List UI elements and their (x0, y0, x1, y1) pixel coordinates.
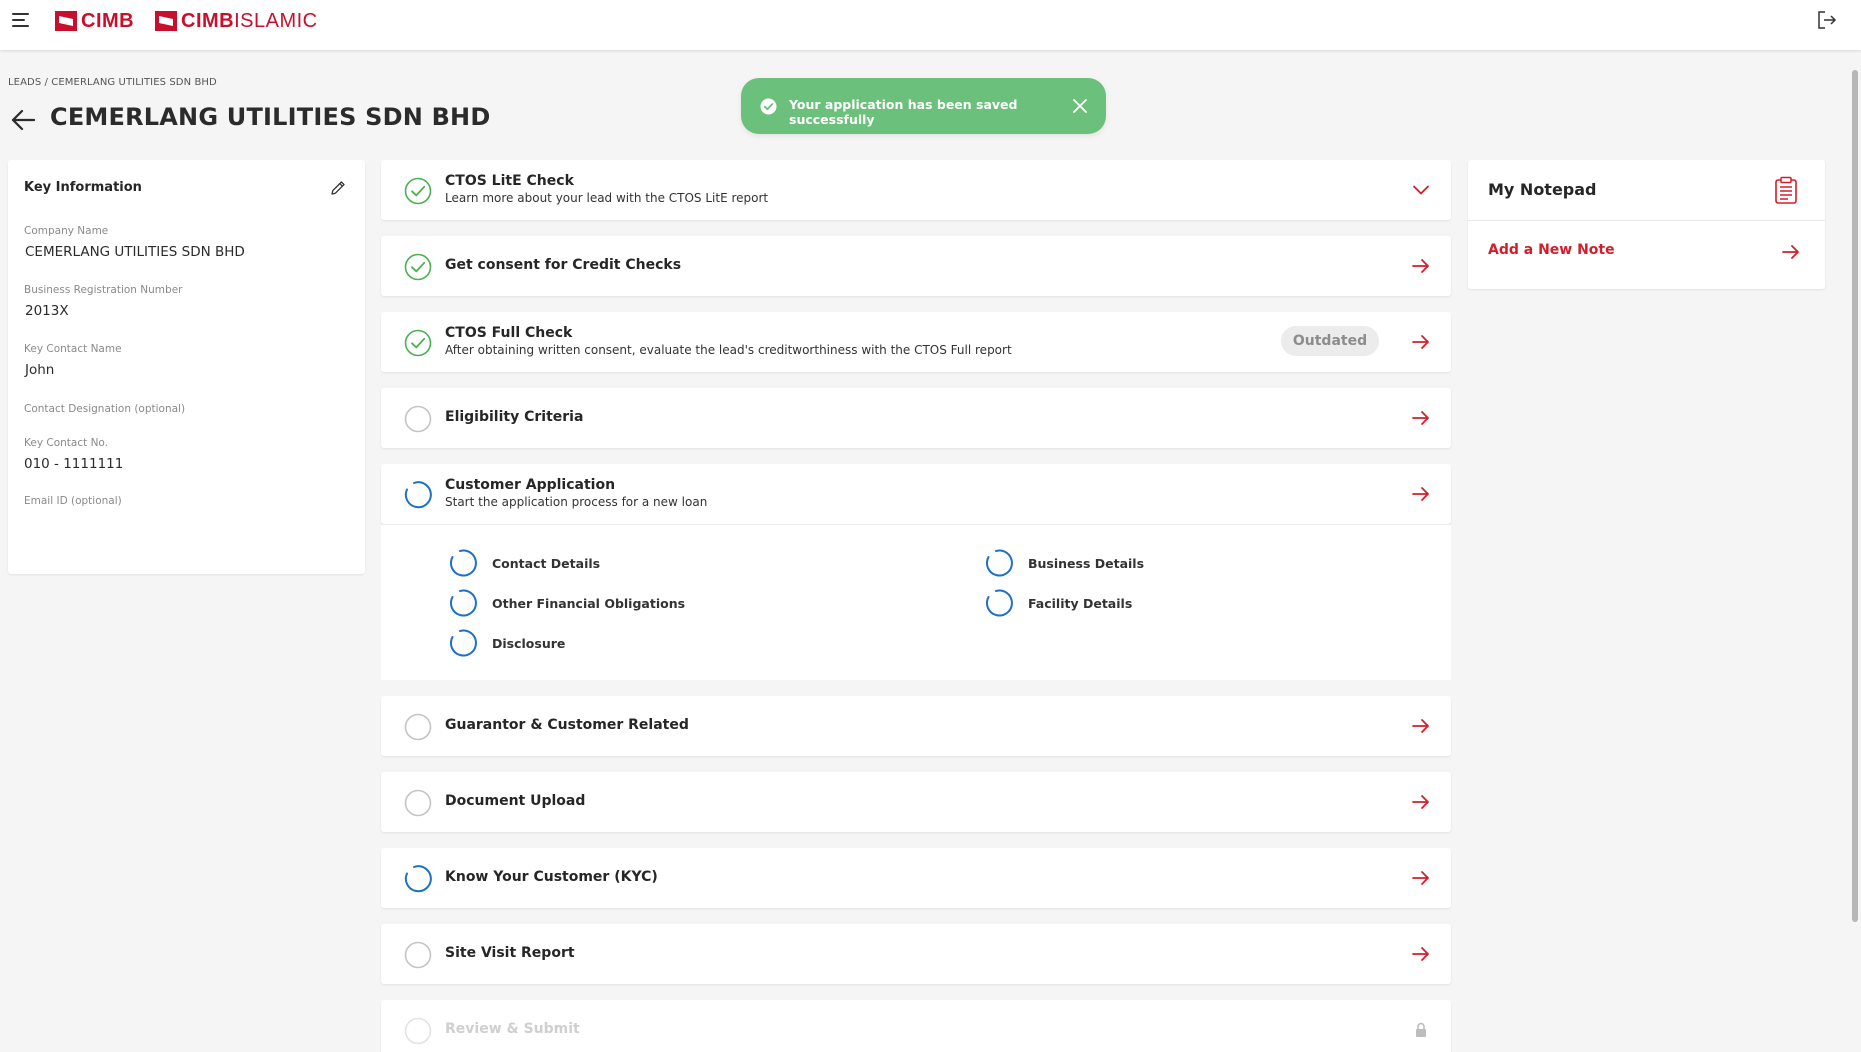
step-document-upload[interactable]: Document Upload (381, 772, 1451, 832)
subitem-facility-details[interactable]: Facility Details (985, 588, 1132, 618)
logout-icon[interactable] (1817, 10, 1837, 30)
step-get-consent-credit-checks[interactable]: Get consent for Credit Checks (381, 236, 1451, 296)
arrow-right-icon[interactable] (1411, 792, 1431, 812)
key-contact-no-value: 010 - 1111111 (24, 456, 124, 472)
step-title: Review & Submit (445, 1021, 580, 1037)
step-title: Get consent for Credit Checks (445, 257, 682, 273)
step-customer-application[interactable]: Customer Application Start the applicati… (381, 464, 1451, 524)
email-id-label: Email ID (optional) (24, 495, 122, 507)
close-icon[interactable] (1071, 97, 1089, 115)
key-information-title: Key Information (24, 180, 142, 195)
subitem-label: Other Financial Obligations (492, 595, 686, 611)
add-new-note-link[interactable]: Add a New Note (1488, 242, 1615, 258)
key-information-card: Key Information Company Name CEMERLANG U… (8, 160, 365, 574)
hamburger-menu-icon[interactable] (12, 13, 30, 27)
key-contact-name-label: Key Contact Name (24, 343, 122, 355)
in-progress-icon (449, 629, 477, 657)
step-ctos-full-check[interactable]: CTOS Full Check After obtaining written … (381, 312, 1451, 372)
scrollbar-thumb[interactable] (1852, 70, 1858, 922)
cimb-islamic-logo[interactable]: CIMB ISLAMIC (155, 10, 318, 32)
top-bar: CIMB CIMB ISLAMIC (0, 0, 1861, 50)
step-review-submit: Review & Submit (381, 1000, 1451, 1052)
page-title: CEMERLANG UTILITIES SDN BHD (50, 103, 491, 131)
in-progress-icon (985, 589, 1013, 617)
step-title: Know Your Customer (KYC) (445, 869, 658, 885)
arrow-right-icon[interactable] (1411, 868, 1431, 888)
cimb-islamic-logo-mark-icon (155, 11, 177, 31)
cimb-islamic-logo-light-text: ISLAMIC (234, 9, 318, 32)
key-contact-no-label: Key Contact No. (24, 437, 108, 449)
notepad-title: My Notepad (1488, 180, 1597, 199)
success-toast: Your application has been saved successf… (741, 78, 1106, 134)
empty-status-circle-icon (404, 941, 432, 969)
subitem-contact-details[interactable]: Contact Details (449, 548, 600, 578)
step-know-your-customer[interactable]: Know Your Customer (KYC) (381, 848, 1451, 908)
step-title: Customer Application (445, 477, 616, 493)
in-progress-icon (449, 589, 477, 617)
back-arrow-icon[interactable] (10, 108, 36, 132)
arrow-right-icon[interactable] (1411, 944, 1431, 964)
step-title: Site Visit Report (445, 945, 575, 961)
notepad-card: My Notepad Add a New Note (1468, 160, 1825, 289)
clipboard-notepad-icon (1775, 176, 1797, 204)
step-title: Eligibility Criteria (445, 409, 584, 425)
company-name-value: CEMERLANG UTILITIES SDN BHD (25, 244, 245, 260)
toast-message: Your application has been saved successf… (789, 97, 1018, 127)
key-contact-name-value: John (25, 362, 55, 378)
subitem-label: Facility Details (1028, 595, 1133, 611)
cimb-logo[interactable]: CIMB (55, 10, 134, 32)
business-registration-number-label: Business Registration Number (24, 284, 183, 296)
cimb-logo-mark-icon (55, 11, 77, 31)
in-progress-icon (985, 549, 1013, 577)
business-registration-number-value: 2013X (25, 303, 69, 319)
step-ctos-lite-check[interactable]: CTOS LitE Check Learn more about your le… (381, 160, 1451, 220)
arrow-right-icon[interactable] (1411, 408, 1431, 428)
subitem-label: Contact Details (492, 555, 601, 571)
customer-application-subitems: Contact Details Business Details Other F… (381, 524, 1451, 680)
step-title: CTOS Full Check (445, 325, 573, 341)
empty-status-circle-icon (404, 789, 432, 817)
step-subtitle: Learn more about your lead with the CTOS… (445, 191, 769, 205)
subitem-label: Disclosure (492, 635, 566, 651)
in-progress-icon (404, 865, 432, 893)
in-progress-icon (449, 549, 477, 577)
success-check-icon (760, 98, 777, 115)
subitem-disclosure[interactable]: Disclosure (449, 628, 565, 658)
empty-status-circle-icon (404, 405, 432, 433)
step-title: CTOS LitE Check (445, 173, 574, 189)
step-eligibility-criteria[interactable]: Eligibility Criteria (381, 388, 1451, 448)
contact-designation-label: Contact Designation (optional) (24, 403, 186, 415)
step-site-visit-report[interactable]: Site Visit Report (381, 924, 1451, 984)
completed-check-icon (404, 177, 432, 205)
step-subtitle: Start the application process for a new … (445, 495, 708, 509)
arrow-right-icon[interactable] (1411, 256, 1431, 276)
step-title: Document Upload (445, 793, 586, 809)
arrow-right-icon[interactable] (1411, 716, 1431, 736)
subitem-other-financial-obligations[interactable]: Other Financial Obligations (449, 588, 685, 618)
step-guarantor-customer-related[interactable]: Guarantor & Customer Related (381, 696, 1451, 756)
subitem-business-details[interactable]: Business Details (985, 548, 1144, 578)
chevron-down-icon[interactable] (1411, 180, 1431, 200)
empty-status-circle-icon (404, 1017, 432, 1045)
in-progress-icon (404, 481, 432, 509)
cimb-logo-text: CIMB (81, 9, 135, 32)
arrow-right-icon[interactable] (1411, 332, 1431, 352)
cimb-islamic-logo-bold-text: CIMB (181, 9, 235, 32)
divider (1468, 220, 1825, 221)
arrow-right-icon[interactable] (1411, 484, 1431, 504)
lock-icon (1416, 1022, 1426, 1037)
completed-check-icon (404, 329, 432, 357)
arrow-right-icon[interactable] (1781, 242, 1801, 262)
outdated-status-badge: Outdated (1281, 326, 1379, 356)
subitem-label: Business Details (1028, 555, 1145, 571)
step-subtitle: After obtaining written consent, evaluat… (445, 343, 1012, 357)
divider (381, 524, 1451, 525)
empty-status-circle-icon (404, 713, 432, 741)
completed-check-icon (404, 253, 432, 281)
step-title: Guarantor & Customer Related (445, 717, 689, 733)
company-name-label: Company Name (24, 225, 109, 237)
edit-pencil-icon[interactable] (329, 179, 347, 197)
breadcrumb[interactable]: LEADS / CEMERLANG UTILITIES SDN BHD (8, 77, 217, 88)
